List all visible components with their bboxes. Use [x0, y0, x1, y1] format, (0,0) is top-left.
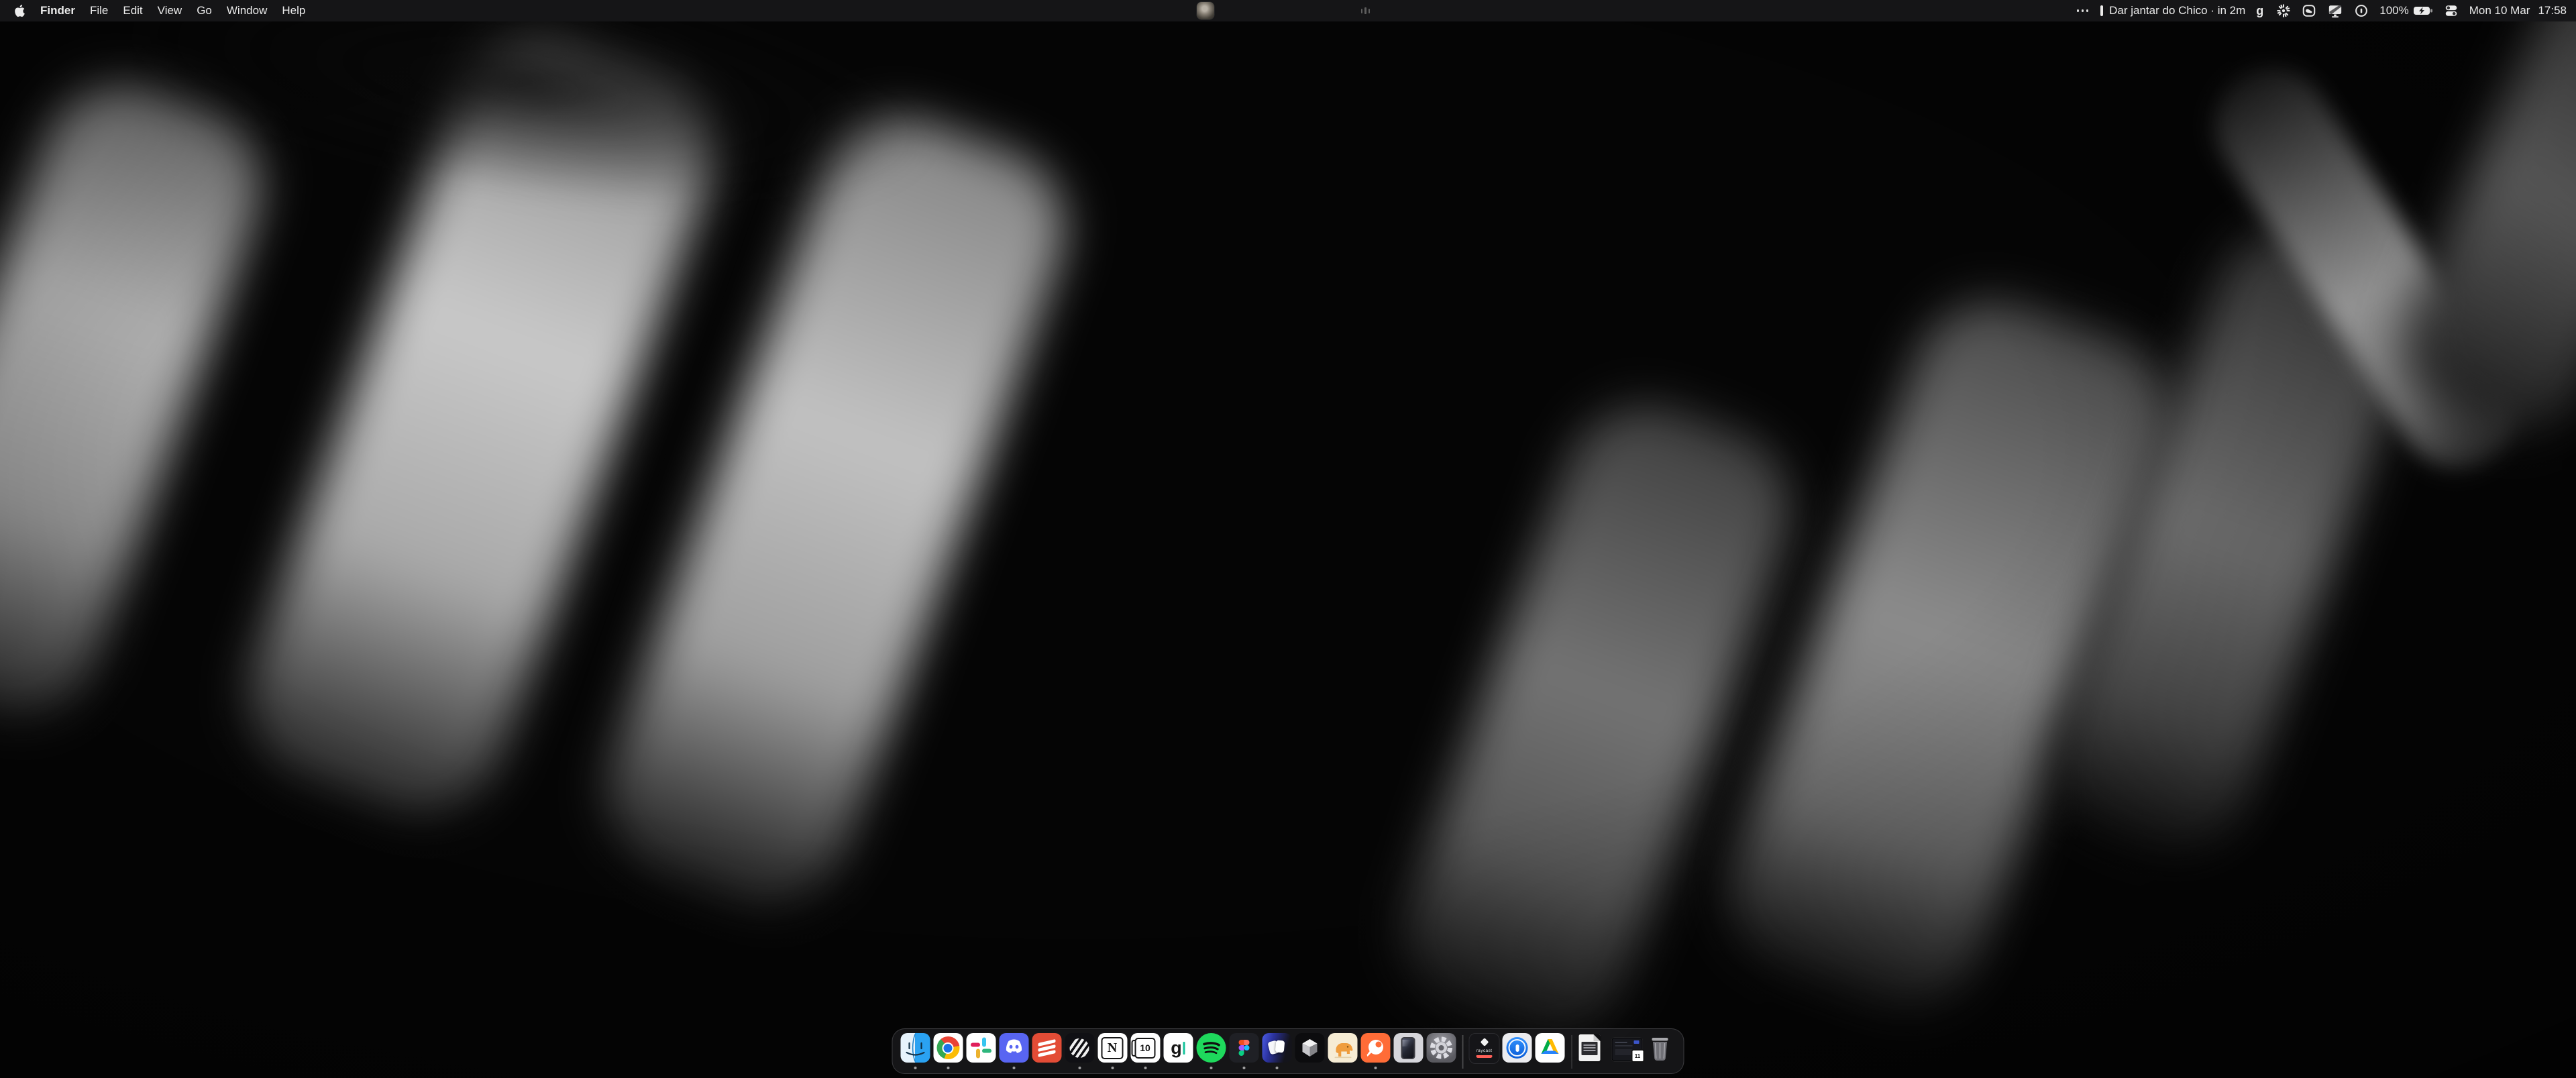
- dock-item-minimized-window[interactable]: 11: [1610, 1033, 1643, 1071]
- dock-item-finder[interactable]: [899, 1033, 932, 1071]
- dock-item-linear[interactable]: [1063, 1033, 1096, 1071]
- control-center-icon[interactable]: [2444, 3, 2459, 18]
- dock-item-discord[interactable]: [998, 1033, 1030, 1071]
- menu-bar-clock[interactable]: Mon 10 Mar 17:58: [2469, 4, 2567, 17]
- grammarly-desktop-icon: g: [1163, 1033, 1193, 1063]
- dock-item-notion-calendar[interactable]: 10: [1129, 1033, 1162, 1071]
- battery-percent: 100%: [2379, 4, 2408, 17]
- figma-icon: [1229, 1033, 1258, 1063]
- menu-bar-left: Finder File Edit View Go Window Help: [0, 0, 313, 21]
- google-drive-icon: [1536, 1033, 1565, 1063]
- desktop-wallpaper: [0, 0, 2576, 1078]
- gear-icon[interactable]: [2276, 3, 2291, 18]
- event-color-bar: [2100, 5, 2103, 16]
- notion-calendar-icon: 10: [1130, 1033, 1160, 1063]
- hidden-items-ellipsis-icon[interactable]: [2076, 9, 2090, 12]
- app-menu-finder[interactable]: Finder: [33, 0, 83, 21]
- calendar-event-item[interactable]: Dar jantar do Chico · in 2m: [2100, 4, 2245, 17]
- dock-item-one-password[interactable]: [1501, 1033, 1534, 1071]
- album-art-thumbnail[interactable]: [1197, 2, 1214, 19]
- document-file-icon: [1578, 1033, 1608, 1063]
- capture-app-icon[interactable]: [2302, 3, 2316, 18]
- postico-elephant-icon: [1328, 1033, 1357, 1063]
- iphone-mirroring-icon: [1393, 1033, 1423, 1063]
- notch-media-widget: [1187, 0, 1382, 21]
- dock-item-notion[interactable]: N: [1096, 1033, 1129, 1071]
- raycast-icon: raycast: [1469, 1033, 1500, 1064]
- menu-file[interactable]: File: [83, 0, 115, 21]
- dock-item-postico[interactable]: [1326, 1033, 1359, 1071]
- wallpaper-vignette: [0, 0, 2576, 1078]
- minimized-window-thumbnail: 11: [1611, 1033, 1641, 1063]
- spotify-icon: [1196, 1033, 1226, 1063]
- menu-help[interactable]: Help: [274, 0, 313, 21]
- time-text: 17:58: [2538, 4, 2567, 17]
- date-text: Mon 10 Mar: [2469, 4, 2530, 17]
- dock-item-system-settings[interactable]: [1425, 1033, 1458, 1071]
- finder-icon: [900, 1033, 930, 1063]
- desktop: Finder File Edit View Go Window Help Dar…: [0, 0, 2576, 1078]
- linear-icon: [1065, 1033, 1094, 1063]
- audio-visualizer-icon: [1361, 7, 1371, 14]
- dock-item-slack[interactable]: [965, 1033, 998, 1071]
- dock-item-iphone-mirroring[interactable]: [1392, 1033, 1425, 1071]
- one-password-app-icon: [1503, 1033, 1532, 1063]
- slack-icon: [966, 1033, 996, 1063]
- battery-charging-icon: [2413, 5, 2433, 16]
- dock-item-todoist[interactable]: [1030, 1033, 1063, 1071]
- dock-item-figma[interactable]: [1228, 1033, 1260, 1071]
- apple-menu-icon[interactable]: [15, 5, 25, 17]
- notion-icon: N: [1097, 1033, 1127, 1063]
- todoist-icon: [1032, 1033, 1061, 1063]
- dock-item-google-drive[interactable]: [1534, 1033, 1566, 1071]
- dock-item-postman[interactable]: [1359, 1033, 1392, 1071]
- google-chrome-icon: [933, 1033, 963, 1063]
- dock-separator: [1462, 1035, 1464, 1069]
- menu-go[interactable]: Go: [189, 0, 219, 21]
- postman-icon: [1360, 1033, 1390, 1063]
- one-password-icon[interactable]: [2354, 3, 2369, 18]
- grammarly-icon[interactable]: g: [2256, 4, 2265, 18]
- dock-item-trash[interactable]: [1643, 1033, 1678, 1071]
- system-settings-icon: [1426, 1033, 1456, 1063]
- menu-view[interactable]: View: [150, 0, 190, 21]
- craft-icon: [1262, 1033, 1291, 1063]
- dock-item-document-file[interactable]: [1577, 1033, 1610, 1071]
- dock-item-raycast[interactable]: raycast: [1468, 1033, 1501, 1071]
- menu-window[interactable]: Window: [219, 0, 274, 21]
- dock-item-grammarly[interactable]: g: [1162, 1033, 1195, 1071]
- trash-icon: [1646, 1033, 1675, 1063]
- event-title: Dar jantar do Chico · in 2m: [2109, 4, 2245, 17]
- dock-item-cube-3d-app[interactable]: [1293, 1033, 1326, 1071]
- display-icon[interactable]: [2327, 3, 2343, 18]
- cube-3d-app-icon: [1295, 1033, 1324, 1063]
- menu-bar-status-area: Dar jantar do Chico · in 2m g: [2076, 3, 2576, 18]
- dock-item-spotify[interactable]: [1195, 1033, 1228, 1071]
- discord-icon: [999, 1033, 1028, 1063]
- battery-status[interactable]: 100%: [2379, 4, 2432, 17]
- dock: N 10 g: [892, 1028, 1684, 1074]
- menu-edit[interactable]: Edit: [115, 0, 150, 21]
- dock-item-google-chrome[interactable]: [932, 1033, 965, 1071]
- dock-item-craft[interactable]: [1260, 1033, 1293, 1071]
- dock-separator: [1571, 1035, 1572, 1069]
